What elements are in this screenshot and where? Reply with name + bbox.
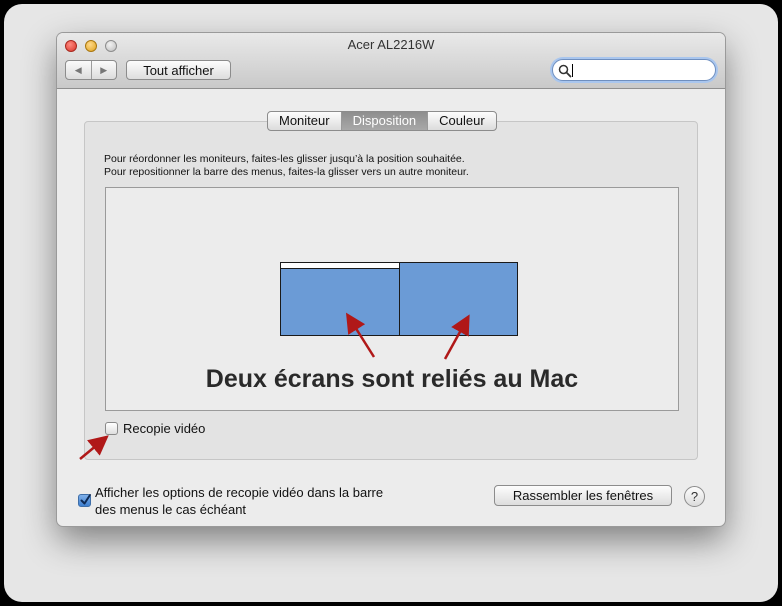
arrow-to-main-display-icon: [345, 312, 376, 358]
annotation-arrows: [79, 312, 470, 460]
arrow-to-second-display-icon: [443, 314, 470, 360]
arrow-to-mirror-checkbox-icon: [79, 435, 109, 460]
